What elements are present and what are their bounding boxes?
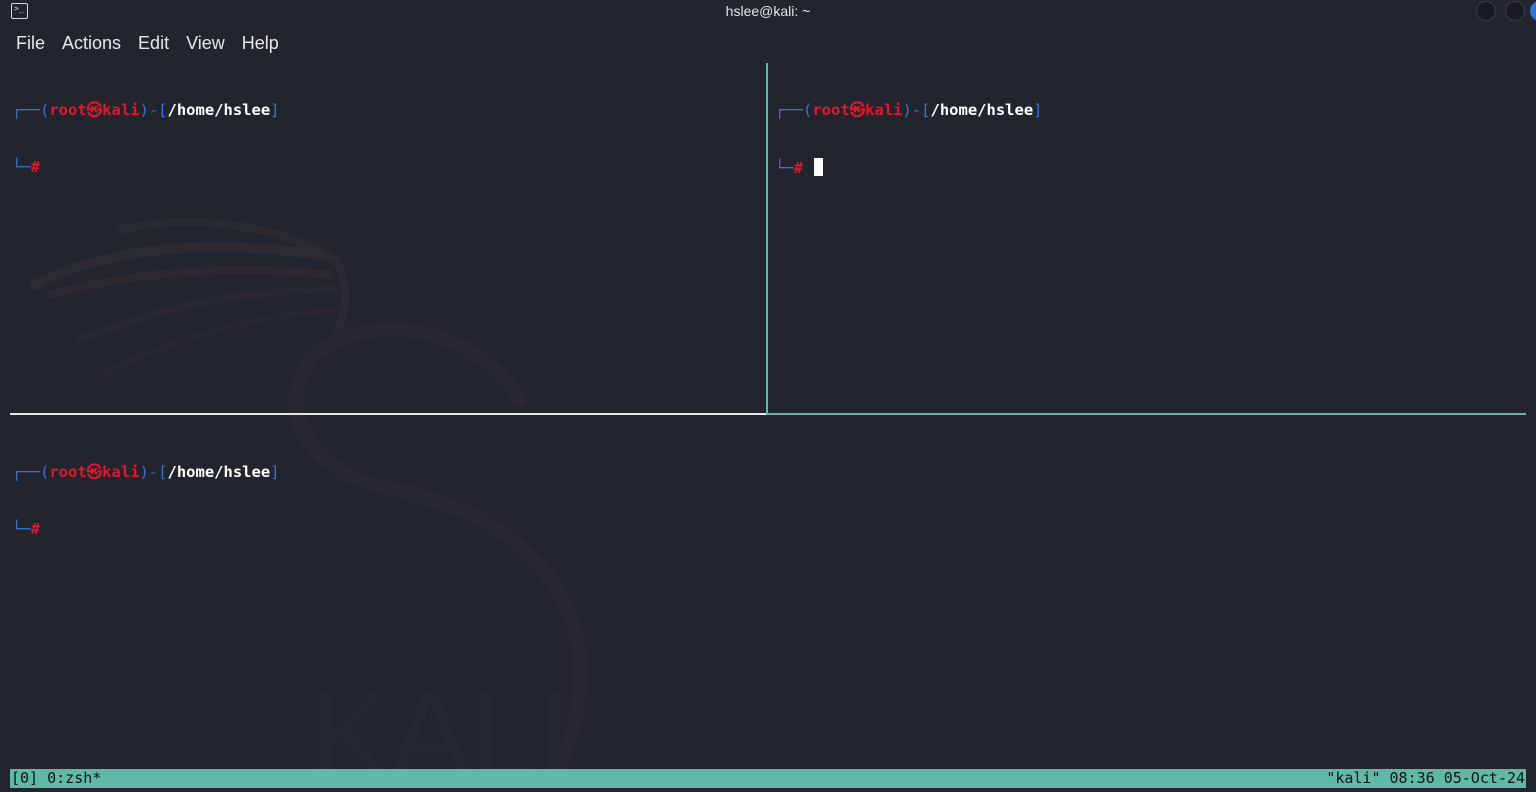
terminal-pane-bottom[interactable]: ┌──(root㉿kali)-[/home/hslee] └─# (12, 425, 1526, 765)
pane-output: ┌──(root㉿kali)-[/home/hslee] └─# (775, 63, 1525, 216)
prompt-mid: )-[ (902, 101, 931, 119)
pane-divider-horizontal-left[interactable] (10, 413, 766, 415)
menu-help[interactable]: Help (233, 31, 287, 55)
pane-output: ┌──(root㉿kali)-[/home/hslee] └─# (12, 63, 764, 215)
menu-bar: File Actions Edit View Help (7, 31, 287, 55)
prompt-at: ㉿ (86, 101, 103, 119)
prompt-mid: )-[ (139, 101, 168, 119)
prompt-at: ㉿ (86, 463, 103, 481)
prompt-corner: └─ (12, 520, 31, 538)
window-title: hslee@kali: ~ (725, 3, 811, 19)
prompt-path: /home/hslee (167, 101, 271, 119)
text-cursor (814, 158, 824, 176)
prompt-user: root (49, 101, 87, 119)
prompt-close: ] (270, 463, 280, 481)
prompt-hash: # (793, 159, 804, 177)
prompt-line-1: ┌──(root㉿kali)-[/home/hslee] (775, 101, 1525, 120)
prompt-host: kali (865, 101, 903, 119)
prompt-hash: # (30, 520, 41, 538)
prompt-line-2: └─# (775, 158, 1525, 178)
maximize-button[interactable] (1505, 1, 1525, 21)
prompt-close: ] (1033, 101, 1043, 119)
menu-edit[interactable]: Edit (129, 31, 177, 55)
prompt-path: /home/hslee (930, 101, 1034, 119)
prompt-line-1: ┌──(root㉿kali)-[/home/hslee] (12, 463, 1526, 482)
prompt-open: ┌──( (775, 101, 813, 119)
prompt-line-2: └─# (12, 158, 764, 177)
tmux-status-bar: [0] 0:zsh* "kali" 08:36 05-Oct-24 (10, 769, 1526, 788)
prompt-path: /home/hslee (167, 463, 271, 481)
prompt-user: root (812, 101, 850, 119)
terminal-pane-top-right[interactable]: ┌──(root㉿kali)-[/home/hslee] └─# (775, 63, 1525, 411)
prompt-line-2: └─# (12, 520, 1526, 539)
prompt-line-1: ┌──(root㉿kali)-[/home/hslee] (12, 101, 764, 120)
prompt-close: ] (270, 101, 280, 119)
prompt-mid: )-[ (139, 463, 168, 481)
prompt-host: kali (102, 463, 140, 481)
menu-actions[interactable]: Actions (53, 31, 129, 55)
pane-divider-horizontal-right[interactable] (768, 413, 1526, 415)
prompt-at: ㉿ (849, 101, 866, 119)
prompt-hash: # (30, 158, 41, 176)
pane-output: ┌──(root㉿kali)-[/home/hslee] └─# (12, 425, 1526, 577)
pane-divider-vertical[interactable] (766, 63, 768, 415)
status-host-clock: "kali" 08:36 05-Oct-24 (1326, 769, 1525, 787)
prompt-host: kali (102, 101, 140, 119)
prompt-corner: └─ (775, 159, 794, 177)
title-bar: >_ hslee@kali: ~ (0, 0, 1536, 24)
prompt-user: root (49, 463, 87, 481)
prompt-open: ┌──( (12, 463, 50, 481)
status-window-list[interactable]: [0] 0:zsh* (11, 769, 101, 788)
menu-view[interactable]: View (177, 31, 233, 55)
prompt-open: ┌──( (12, 101, 50, 119)
terminal-window: KALI >_ hslee@kali: ~ File Actions Edit … (0, 0, 1536, 792)
menu-file[interactable]: File (7, 31, 53, 55)
prompt-corner: └─ (12, 158, 31, 176)
terminal-pane-top-left[interactable]: ┌──(root㉿kali)-[/home/hslee] └─# (12, 63, 764, 411)
minimize-button[interactable] (1476, 1, 1496, 21)
